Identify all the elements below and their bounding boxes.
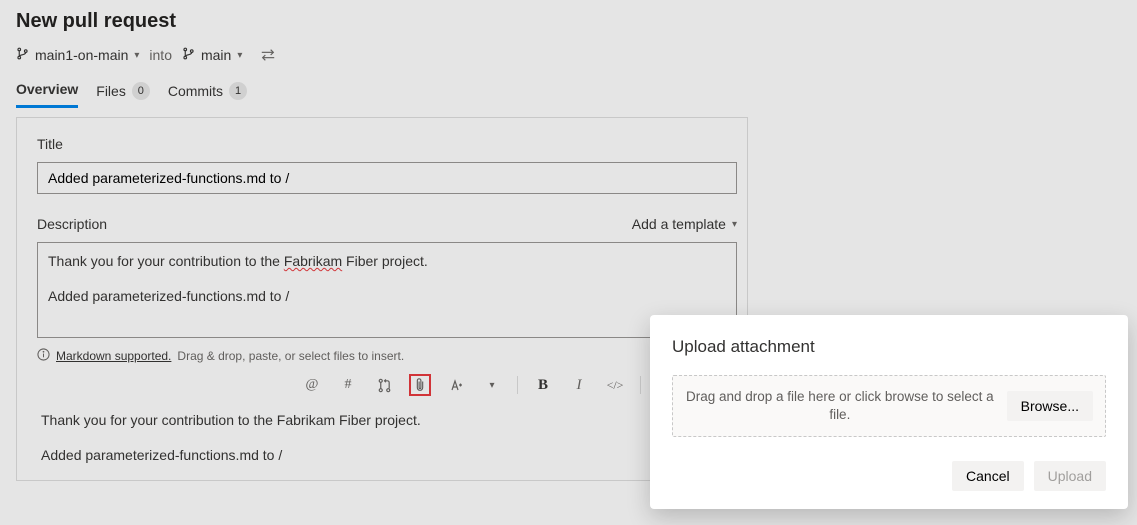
hint-text: Drag & drop, paste, or select files to i… (177, 349, 404, 363)
commits-count-badge: 1 (229, 82, 247, 100)
description-textarea[interactable]: Thank you for your contribution to the F… (37, 242, 737, 338)
tab-commits-label: Commits (168, 83, 223, 99)
cancel-button[interactable]: Cancel (952, 461, 1024, 491)
code-button[interactable]: </> (604, 374, 626, 396)
toolbar-separator (517, 376, 518, 394)
description-preview: Thank you for your contribution to the F… (41, 410, 723, 466)
source-branch-picker[interactable]: main1-on-main ▾ (16, 47, 139, 63)
pr-tabs: Overview Files 0 Commits 1 (16, 75, 1121, 109)
into-label: into (149, 47, 172, 63)
tab-files-label: Files (96, 83, 126, 99)
tab-commits[interactable]: Commits 1 (168, 76, 247, 108)
chevron-down-icon: ▾ (237, 50, 242, 61)
bold-button[interactable]: B (532, 374, 554, 396)
tab-files[interactable]: Files 0 (96, 76, 150, 108)
header-button[interactable] (445, 374, 467, 396)
pr-link-button[interactable] (373, 374, 395, 396)
description-label: Description (37, 216, 107, 232)
info-icon (37, 348, 50, 364)
mention-button[interactable]: @ (301, 374, 323, 396)
target-branch-picker[interactable]: main ▾ (182, 47, 242, 63)
tab-overview-label: Overview (16, 81, 78, 97)
italic-button[interactable]: I (568, 374, 590, 396)
description-hint: Markdown supported. Drag & drop, paste, … (37, 348, 737, 364)
pr-form-panel: Title Description Add a template ▾ Thank… (16, 117, 748, 481)
desc-line-1: Thank you for your contribution to the F… (48, 251, 726, 272)
preview-line-1: Thank you for your contribution to the F… (41, 410, 723, 431)
add-template-label: Add a template (632, 216, 726, 232)
tab-overview[interactable]: Overview (16, 75, 78, 108)
upload-button[interactable]: Upload (1034, 461, 1106, 491)
preview-line-2: Added parameterized-functions.md to / (41, 445, 723, 466)
upload-attachment-dialog: Upload attachment Drag and drop a file h… (650, 315, 1128, 509)
title-input[interactable] (37, 162, 737, 194)
branch-selector-row: main1-on-main ▾ into main ▾ (16, 47, 1121, 63)
title-label: Title (37, 136, 727, 152)
desc-line-2: Added parameterized-functions.md to / (48, 286, 726, 307)
header-dropdown[interactable]: ▾ (481, 374, 503, 396)
toolbar-separator (640, 376, 641, 394)
attach-file-button[interactable] (409, 374, 431, 396)
add-template-button[interactable]: Add a template ▾ (632, 216, 737, 232)
markdown-supported-link[interactable]: Markdown supported. (56, 349, 171, 363)
branch-icon (16, 47, 29, 63)
swap-branches-button[interactable] (260, 48, 276, 62)
branch-icon (182, 47, 195, 63)
dropzone-text: Drag and drop a file here or click brows… (685, 388, 995, 423)
chevron-down-icon: ▾ (732, 219, 737, 230)
chevron-down-icon: ▾ (134, 50, 139, 61)
target-branch-name: main (201, 47, 231, 63)
files-count-badge: 0 (132, 82, 150, 100)
file-dropzone[interactable]: Drag and drop a file here or click brows… (672, 375, 1106, 437)
source-branch-name: main1-on-main (35, 47, 128, 63)
workitem-button[interactable]: # (337, 374, 359, 396)
page-title: New pull request (16, 10, 1121, 33)
dialog-title: Upload attachment (672, 337, 1106, 357)
browse-button[interactable]: Browse... (1007, 391, 1093, 421)
